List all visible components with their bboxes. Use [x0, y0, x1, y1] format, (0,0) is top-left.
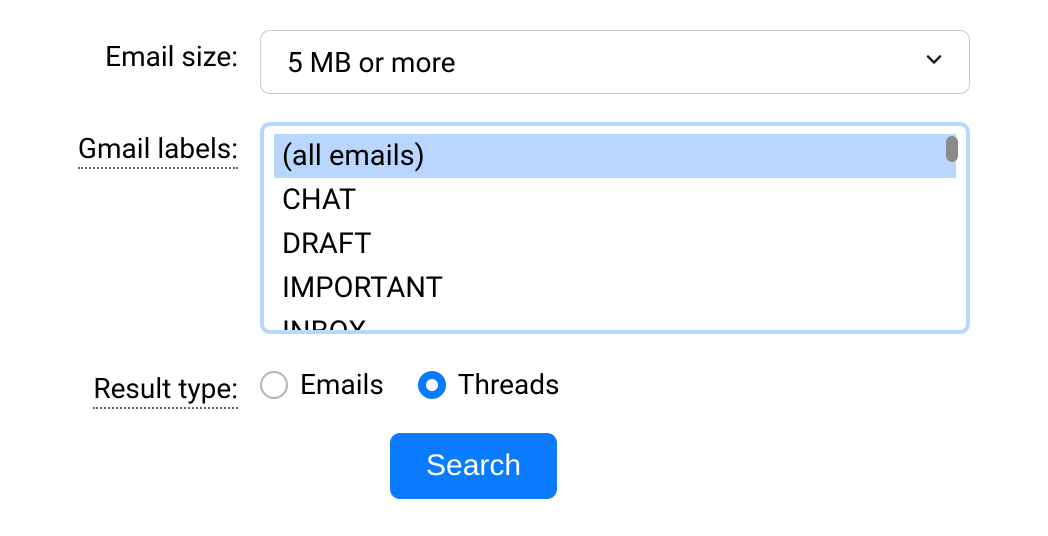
email-size-field-col: 5 MB or more: [260, 30, 970, 94]
search-button[interactable]: Search: [390, 433, 557, 499]
email-size-select-display[interactable]: 5 MB or more: [260, 30, 970, 94]
result-type-row: Result type: Emails Threads: [0, 362, 998, 405]
radio-unchecked-icon[interactable]: [260, 371, 288, 399]
email-size-select[interactable]: 5 MB or more: [260, 30, 970, 94]
gmail-labels-label: Gmail labels:: [78, 132, 238, 169]
email-size-selected-value: 5 MB or more: [287, 46, 456, 79]
gmail-label-option[interactable]: DRAFT: [274, 222, 956, 266]
email-size-row: Email size: 5 MB or more: [0, 30, 998, 94]
gmail-labels-listbox-wrap: (all emails)CHATDRAFTIMPORTANTINBOX: [260, 122, 970, 334]
gmail-labels-listbox[interactable]: (all emails)CHATDRAFTIMPORTANTINBOX: [268, 130, 962, 330]
gmail-labels-label-col: Gmail labels:: [0, 122, 260, 165]
result-type-option[interactable]: Threads: [418, 368, 560, 401]
result-type-radio-group: Emails Threads: [260, 362, 970, 401]
gmail-label-option[interactable]: (all emails): [274, 134, 956, 178]
email-size-label: Email size:: [105, 40, 238, 73]
result-type-label: Result type:: [93, 372, 238, 409]
gmail-labels-field-col: (all emails)CHATDRAFTIMPORTANTINBOX: [260, 122, 970, 334]
search-form: Email size: 5 MB or more Gmail labels: (…: [0, 0, 1048, 529]
gmail-label-option[interactable]: IMPORTANT: [274, 266, 956, 310]
result-type-label-col: Result type:: [0, 362, 260, 405]
gmail-labels-row: Gmail labels: (all emails)CHATDRAFTIMPOR…: [0, 122, 998, 334]
email-size-label-col: Email size:: [0, 30, 260, 73]
button-row: Search: [0, 433, 998, 499]
result-type-field-col: Emails Threads: [260, 362, 970, 401]
radio-label: Threads: [458, 368, 560, 401]
scrollbar-thumb[interactable]: [946, 136, 958, 162]
result-type-option[interactable]: Emails: [260, 368, 384, 401]
gmail-label-option[interactable]: INBOX: [274, 310, 956, 330]
radio-label: Emails: [300, 368, 384, 401]
gmail-label-option[interactable]: CHAT: [274, 178, 956, 222]
radio-checked-icon[interactable]: [418, 371, 446, 399]
